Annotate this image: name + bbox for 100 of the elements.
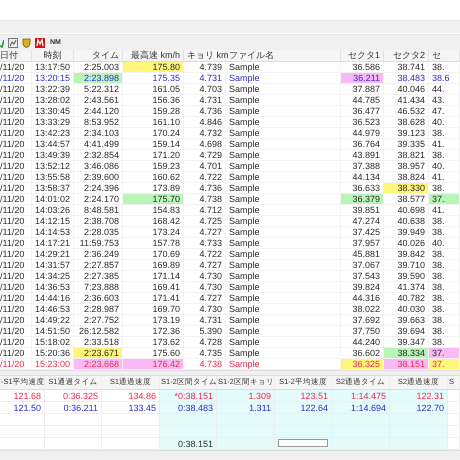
table-cell: 4.730 [184, 282, 226, 292]
table-cell: /11/20 [0, 249, 32, 259]
table-cell: 173.62 [123, 337, 184, 347]
table-cell: 2:24.396 [74, 183, 123, 193]
table-cell: 171.20 [123, 150, 184, 160]
column-header[interactable]: キョリ km [184, 50, 226, 61]
table-cell: 40. [429, 117, 460, 127]
table-cell: 161.05 [123, 84, 184, 94]
table-cell: Sample [226, 62, 341, 72]
column-header[interactable]: タイム [74, 50, 123, 61]
table-cell: 38.151 [384, 359, 429, 369]
table-cell: 38.628 [384, 117, 429, 127]
table-cell: Sample [226, 161, 341, 171]
table-cell: 157.78 [123, 238, 184, 248]
table-cell: 14:46:53 [32, 304, 74, 314]
table-cell: 38.483 [384, 73, 429, 83]
table-cell: 4.730 [184, 271, 226, 281]
table-cell: 0:38.151 [160, 438, 217, 450]
table-cell: 36.325 [341, 359, 384, 369]
table-cell: 38. [429, 216, 460, 226]
table-cell: 1.311 [217, 402, 275, 414]
table-cell: /11/20 [0, 106, 32, 116]
column-header[interactable]: セクタ1 [341, 50, 384, 61]
chart-icon[interactable] [8, 38, 18, 48]
table-cell: 36.586 [341, 62, 384, 72]
table-cell: 175.80 [123, 62, 184, 72]
table-cell: 175.60 [123, 348, 184, 358]
shield-icon[interactable] [22, 38, 31, 48]
table-cell: /11/20 [0, 172, 32, 182]
table-cell: 169.89 [123, 260, 184, 270]
table-cell: 38. [429, 260, 460, 270]
table-cell: 38. [429, 293, 460, 303]
table-cell: 38.330 [384, 183, 429, 193]
table-cell: 39.851 [341, 205, 384, 215]
table-cell: 36.764 [341, 139, 384, 149]
table-cell: /11/20 [0, 205, 32, 215]
table-cell: Sample [226, 150, 341, 160]
table-cell: Sample [226, 172, 341, 182]
table-cell: 4.731 [184, 95, 226, 105]
table-cell: 39.335 [384, 139, 429, 149]
table-cell: 4.712 [184, 205, 226, 215]
table-cell: 37. [429, 359, 460, 369]
table-cell: 37. [429, 194, 460, 204]
table-cell: 159.23 [123, 161, 184, 171]
table-cell: 171.41 [123, 293, 184, 303]
table-cell: 38. [429, 282, 460, 292]
table-cell: 2:43.561 [74, 95, 123, 105]
table-cell: 38. [429, 183, 460, 193]
table-cell: 4.735 [184, 348, 226, 358]
logo-icon[interactable] [35, 38, 45, 48]
table-cell: 39.123 [384, 128, 429, 138]
table-cell: 4.722 [184, 249, 226, 259]
table-cell: 44. [429, 84, 460, 94]
table-cell: Sample [226, 282, 341, 292]
table-cell [390, 438, 448, 450]
check-icon[interactable] [0, 38, 4, 48]
table-cell: 4.739 [184, 62, 226, 72]
column-header[interactable]: セ [429, 50, 460, 61]
table-cell: 4.846 [184, 117, 226, 127]
column-header[interactable]: 日付 [0, 50, 32, 61]
table-cell: 121.50 [0, 402, 45, 414]
table-cell: Sample [226, 128, 341, 138]
table-cell: Sample [226, 106, 341, 116]
table-cell: 13:33:29 [32, 117, 74, 127]
table-cell: /11/20 [0, 348, 32, 358]
table-cell: 37.692 [341, 315, 384, 325]
table-cell: 2:27.385 [74, 271, 123, 281]
table-cell: 4.738 [184, 359, 226, 369]
table-cell: 4.725 [184, 216, 226, 226]
table-cell: 4.736 [184, 183, 226, 193]
table-cell: /11/20 [0, 62, 32, 72]
table-cell: 38.6 [429, 73, 460, 83]
table-cell: 173.24 [123, 227, 184, 237]
table-cell: 39.842 [384, 249, 429, 259]
input-field[interactable] [278, 439, 328, 447]
table-cell: 38.334 [384, 348, 429, 358]
table-cell: 45.881 [341, 249, 384, 259]
table-cell: 4.701 [184, 161, 226, 171]
table-cell: 38. [429, 128, 460, 138]
table-cell: 37.887 [341, 84, 384, 94]
column-header[interactable]: 最高速 km/h [123, 50, 184, 61]
table-cell: Sample [226, 117, 341, 127]
table-cell: 159.28 [123, 106, 184, 116]
column-header[interactable]: 時刻 [32, 50, 74, 61]
table-cell: Sample [226, 95, 341, 105]
table-cell: 40. [429, 238, 460, 248]
table-cell: 173.89 [123, 183, 184, 193]
table-cell: 170.24 [123, 128, 184, 138]
table-cell: 39.710 [384, 260, 429, 270]
table-cell: 4.731 [184, 315, 226, 325]
table-cell: 2:27.857 [74, 260, 123, 270]
table-cell: 4.732 [184, 128, 226, 138]
column-header[interactable]: セクタ2 [384, 50, 429, 61]
table-cell: 14:31:57 [32, 260, 74, 270]
table-cell: 14:34:25 [32, 271, 74, 281]
table-cell: 38. [429, 271, 460, 281]
table-cell: 13:17:50 [32, 62, 74, 72]
table-cell: Sample [226, 337, 341, 347]
table-cell: 0:36.325 [45, 390, 102, 402]
table-cell: /11/20 [0, 84, 32, 94]
